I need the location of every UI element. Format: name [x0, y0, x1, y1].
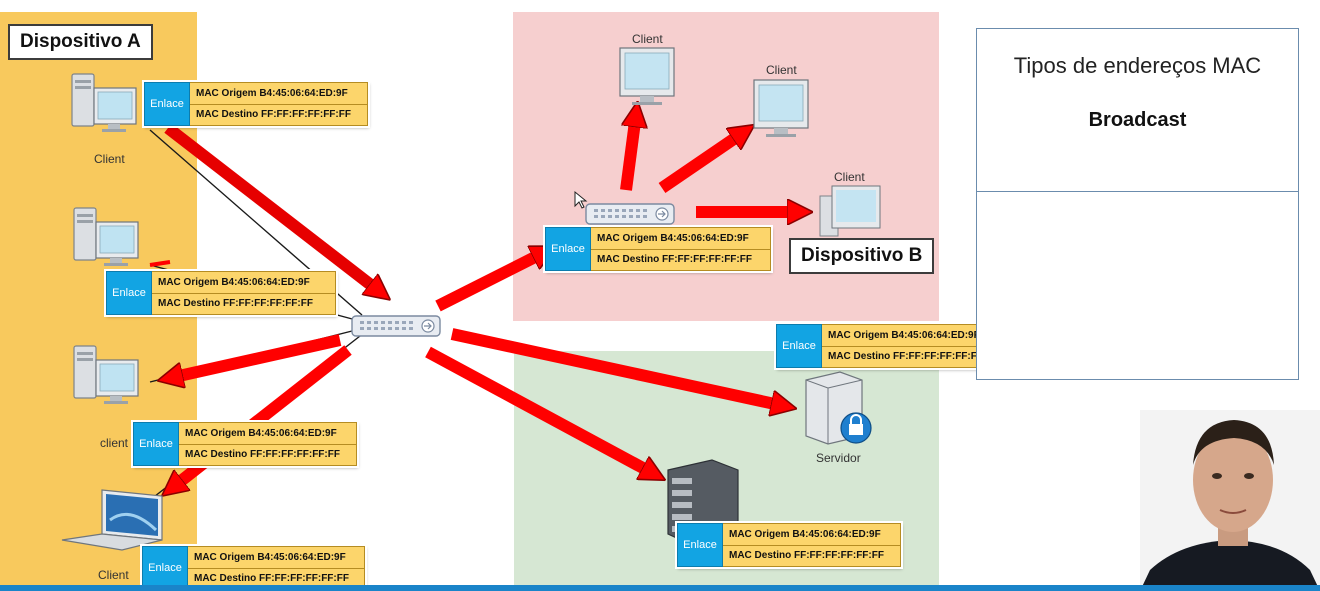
arrow-stub-client-2 [149, 260, 171, 267]
client-label: Client [632, 32, 663, 46]
monitor-icon[interactable] [753, 79, 809, 138]
switch-icon[interactable] [351, 315, 441, 337]
enlace-layer: Enlace [677, 523, 723, 567]
monitor-icon[interactable] [619, 47, 675, 106]
ethernet-frame: Enlace MAC Origem B4:45:06:64:ED:9F MAC … [133, 422, 357, 466]
mac-origem: MAC Origem B4:45:06:64:ED:9F [723, 523, 901, 546]
arrow-a-to-switch [164, 123, 380, 292]
desktop-computer-icon[interactable] [73, 345, 139, 405]
mac-types-title: Tipos de endereços MAC [1013, 53, 1262, 78]
mac-origem: MAC Origem B4:45:06:64:ED:9F [591, 227, 771, 250]
mac-origem: MAC Origem B4:45:06:64:ED:9F [152, 271, 336, 294]
client-label: Client [94, 152, 125, 166]
mac-origem: MAC Origem B4:45:06:64:ED:9F [179, 422, 357, 445]
arrow-switch-b-to-client-top [620, 114, 636, 191]
client-label: client [100, 436, 129, 450]
desktop-computer-icon[interactable] [71, 73, 137, 133]
client-label: Client [834, 170, 865, 184]
dispositivo-b-label: Dispositivo B [789, 238, 935, 274]
mac-destino: MAC Destino FF:FF:FF:FF:FF:FF [822, 346, 1001, 368]
enlace-layer: Enlace [142, 546, 188, 590]
mac-origem: MAC Origem B4:45:06:64:ED:9F [190, 82, 368, 105]
video-progress-bar[interactable] [0, 585, 1320, 591]
mac-destino: MAC Destino FF:FF:FF:FF:FF:FF [152, 293, 336, 315]
servidor-label: Servidor [816, 451, 861, 465]
ethernet-frame: Enlace MAC Origem B4:45:06:64:ED:9F MAC … [545, 227, 771, 271]
enlace-layer: Enlace [776, 324, 822, 368]
mac-destino: MAC Destino FF:FF:FF:FF:FF:FF [179, 444, 357, 466]
enlace-layer: Enlace [545, 227, 591, 271]
mac-destino: MAC Destino FF:FF:FF:FF:FF:FF [591, 249, 771, 271]
enlace-layer: Enlace [106, 271, 152, 315]
dispositivo-a-label: Dispositivo A [8, 24, 153, 60]
server-tower-icon[interactable] [805, 371, 872, 445]
client-label: Client [766, 63, 797, 77]
mac-destino: MAC Destino FF:FF:FF:FF:FF:FF [190, 104, 368, 126]
enlace-layer: Enlace [144, 82, 190, 126]
desktop-computer-icon[interactable] [73, 207, 139, 267]
ethernet-frame: Enlace MAC Origem B4:45:06:64:ED:9F MAC … [106, 271, 336, 315]
arrow-switch-b-to-client-right [658, 132, 744, 193]
arrow-switch-to-zone-b [435, 252, 545, 312]
mac-types-header: Tipos de endereços MAC Broadcast [977, 29, 1298, 192]
client-label: Client [98, 568, 129, 582]
ethernet-frame: Enlace MAC Origem B4:45:06:64:ED:9F MAC … [144, 82, 368, 126]
switch-icon[interactable] [585, 203, 675, 225]
mac-destino: MAC Destino FF:FF:FF:FF:FF:FF [723, 545, 901, 567]
laptop-icon[interactable] [61, 489, 163, 551]
presenter-video [1140, 410, 1320, 591]
broadcast-title: Broadcast [1088, 109, 1187, 131]
cursor-arrow-icon [574, 190, 588, 209]
ethernet-frame: Enlace MAC Origem B4:45:06:64:ED:9F MAC … [677, 523, 901, 567]
desktop-computer-icon[interactable] [819, 185, 881, 237]
mac-origem: MAC Origem B4:45:06:64:ED:9F [188, 546, 365, 569]
ethernet-frame: Enlace MAC Origem B4:45:06:64:ED:9F MAC … [142, 546, 365, 590]
enlace-layer: Enlace [133, 422, 179, 466]
ethernet-frame: Enlace MAC Origem B4:45:06:64:ED:9F MAC … [776, 324, 1001, 368]
mac-origem: MAC Origem B4:45:06:64:ED:9F [822, 324, 1001, 347]
mac-types-panel: Tipos de endereços MAC Broadcast [976, 28, 1299, 380]
